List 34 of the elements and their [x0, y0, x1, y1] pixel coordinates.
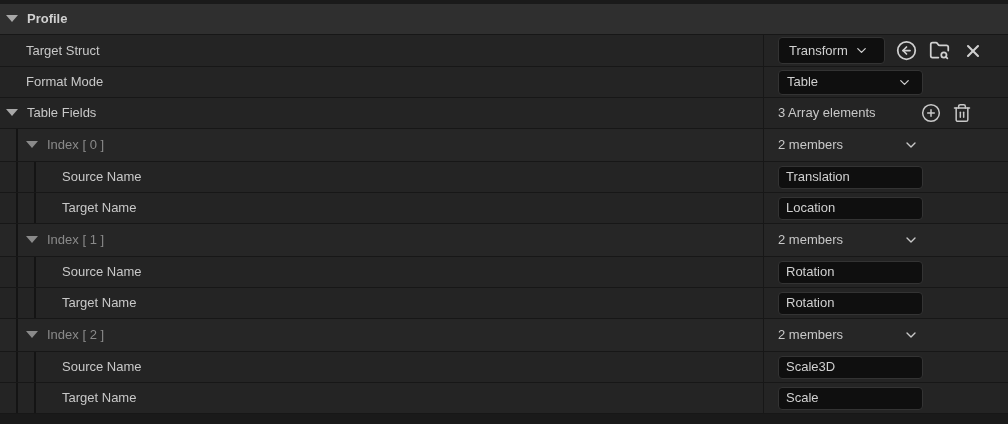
property-label: Target Struct: [25, 41, 100, 60]
add-icon[interactable]: [921, 103, 941, 123]
delete-icon[interactable]: [952, 103, 972, 123]
expand-arrow-icon[interactable]: [26, 236, 38, 244]
format-dropdown[interactable]: Table: [778, 69, 923, 95]
text-field[interactable]: Rotation: [778, 260, 923, 284]
property-label: Target Name: [61, 389, 137, 408]
property-label: Target Name: [61, 294, 137, 313]
browse-icon[interactable]: [929, 40, 950, 61]
expand-arrow-icon[interactable]: [6, 15, 18, 23]
expand-arrow-icon[interactable]: [26, 141, 38, 149]
member-count: 2 members: [778, 326, 845, 345]
member-count: 2 members: [778, 231, 845, 250]
property-label: Format Mode: [25, 73, 104, 92]
element-label: Index [ 1 ]: [47, 231, 105, 250]
element-label: Index [ 0 ]: [47, 136, 105, 155]
text-field[interactable]: Location: [778, 196, 923, 220]
array-count: 3 Array elements: [778, 104, 877, 123]
expand-arrow-icon[interactable]: [6, 109, 18, 117]
expand-arrow-icon[interactable]: [26, 331, 38, 339]
property-label: Source Name: [61, 358, 142, 377]
section-header[interactable]: Profile: [0, 4, 1008, 35]
use-selected-icon[interactable]: [896, 40, 917, 61]
element-label: Index [ 2 ]: [47, 326, 105, 345]
text-field[interactable]: Rotation: [778, 291, 923, 315]
text-field[interactable]: Scale3D: [778, 355, 923, 379]
text-field[interactable]: Translation: [778, 165, 923, 189]
property-label: Target Name: [61, 199, 137, 218]
struct-dropdown[interactable]: Transform: [778, 37, 885, 64]
text-field[interactable]: Scale: [778, 386, 923, 410]
property-label: Source Name: [61, 263, 142, 282]
member-count: 2 members: [778, 136, 845, 155]
property-label: Source Name: [61, 168, 142, 187]
property-label: Table Fields: [27, 104, 97, 123]
